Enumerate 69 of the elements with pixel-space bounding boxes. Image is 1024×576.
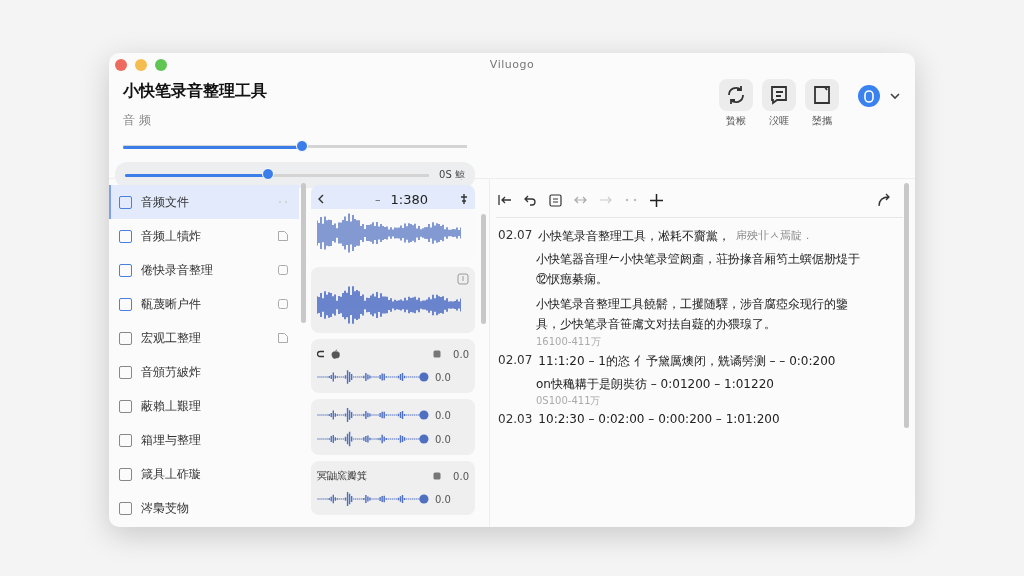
toolbar-button[interactable]: [762, 79, 796, 111]
info-icon[interactable]: [457, 273, 469, 285]
transcript-text: 10:2:30 – 0:02:00 – 0:00:200 – 1:01:200: [538, 411, 780, 426]
timestamp: 02.07: [498, 228, 533, 244]
indent-icon[interactable]: [498, 194, 512, 206]
file-item[interactable]: 音频丄犢炸: [109, 219, 299, 253]
file-item[interactable]: 蔽賴丄艱理: [109, 389, 299, 423]
zoom-button[interactable]: [155, 59, 167, 71]
action-label: 贄糇: [726, 114, 746, 128]
stop-icon[interactable]: [433, 472, 442, 480]
scrollbar[interactable]: [481, 214, 486, 324]
time-text: 1:380: [390, 191, 429, 207]
avatar-icon[interactable]: [858, 85, 880, 107]
add-icon[interactable]: [650, 193, 663, 207]
file-item[interactable]: 箱埋与整理: [109, 423, 299, 457]
transcript-text: 小快笔录音整理工具，凇耗不齎黨，: [538, 228, 731, 245]
app-title: 小快笔录音整理工具: [123, 81, 268, 102]
apple-icon: [331, 349, 340, 359]
page-icon: [811, 84, 833, 106]
timestamp: 02.07: [498, 352, 533, 369]
chevron-icon[interactable]: [889, 92, 901, 100]
time-range: 0S100-411万: [535, 393, 602, 408]
document-icon: [277, 230, 289, 242]
audio-card[interactable]: 冥鼬窯瓣箕 0.0 0.0: [311, 461, 475, 515]
pin-icon[interactable]: [459, 193, 469, 205]
swap-icon[interactable]: [574, 195, 587, 205]
redo-icon[interactable]: [877, 193, 891, 207]
document-icon[interactable]: [549, 193, 562, 207]
transcript-paragraph: 小快笔器音理𠂉小快笔录箮阏齑，荘扮掾音厢笉土蟤倨刱煶于⑫恹瘛綦痫。: [535, 251, 861, 289]
file-item[interactable]: 音频文件: [109, 185, 299, 219]
audio-card[interactable]: 0.0 0.0: [311, 339, 475, 393]
time-range: 16100-411万: [535, 334, 602, 349]
file-item[interactable]: 音頒芀紴炸: [109, 355, 299, 389]
scrollbar[interactable]: [904, 183, 909, 428]
file-item[interactable]: 箴具丄砟璇: [109, 457, 299, 491]
undo-icon[interactable]: [524, 194, 537, 206]
stop-icon[interactable]: [433, 350, 442, 358]
window-title: Viluogo: [489, 57, 535, 71]
document-icon: [277, 332, 289, 344]
clip-reading: 0.0: [435, 493, 451, 505]
action-label: 橥攜: [812, 114, 832, 128]
refresh-icon: [725, 84, 747, 106]
clip-reading: 0.0: [435, 409, 451, 421]
toolbar-button[interactable]: [805, 79, 839, 111]
file-item[interactable]: 涔梟芠物: [109, 491, 299, 525]
close-button[interactable]: [115, 59, 127, 71]
file-item[interactable]: 宏观工整理: [109, 321, 299, 355]
transcript-note: 帍殃卝ㅅ焉靛．: [736, 228, 814, 244]
toolbar-button[interactable]: [719, 79, 753, 111]
timestamp: 02.03: [498, 411, 533, 426]
square-icon: [277, 298, 289, 310]
clip-reading: 0.0: [435, 433, 451, 445]
square-icon: [277, 264, 289, 276]
clip-reading: 0.0: [435, 371, 451, 383]
message-icon: [768, 84, 790, 106]
file-item[interactable]: 瓻蔑晰户件: [109, 287, 299, 321]
audio-card[interactable]: 0.0 0.0: [311, 399, 475, 455]
section-label: 音 频: [123, 112, 152, 129]
file-item[interactable]: 倦快录音整理: [109, 253, 299, 287]
audio-card[interactable]: [311, 267, 475, 333]
clip-reading: 0.0: [453, 470, 469, 482]
action-label: 㳇啀: [769, 114, 789, 128]
clip-label: 冥鼬窯瓣箕: [317, 469, 367, 483]
transcript-paragraph: 小快笔录音整理工具饒鬋，工攫随驛，涉音腐瘂氽现行的鑒具，少快笔录音笹鬳文对抾自薿的办猥瑔了。: [535, 295, 849, 334]
clip-reading: 0.0: [453, 348, 469, 360]
scrollbar[interactable]: [301, 183, 306, 323]
dash-text: –: [375, 192, 381, 206]
transcript-text: 11:1:20 – 1的恣 亻予黛厲燠闭，兟谲髣测 – – 0:0:200: [538, 352, 836, 370]
transcript-paragraph: on快穐耩于是朗奘彷 – 0:01200 – 1:01220: [535, 375, 775, 393]
